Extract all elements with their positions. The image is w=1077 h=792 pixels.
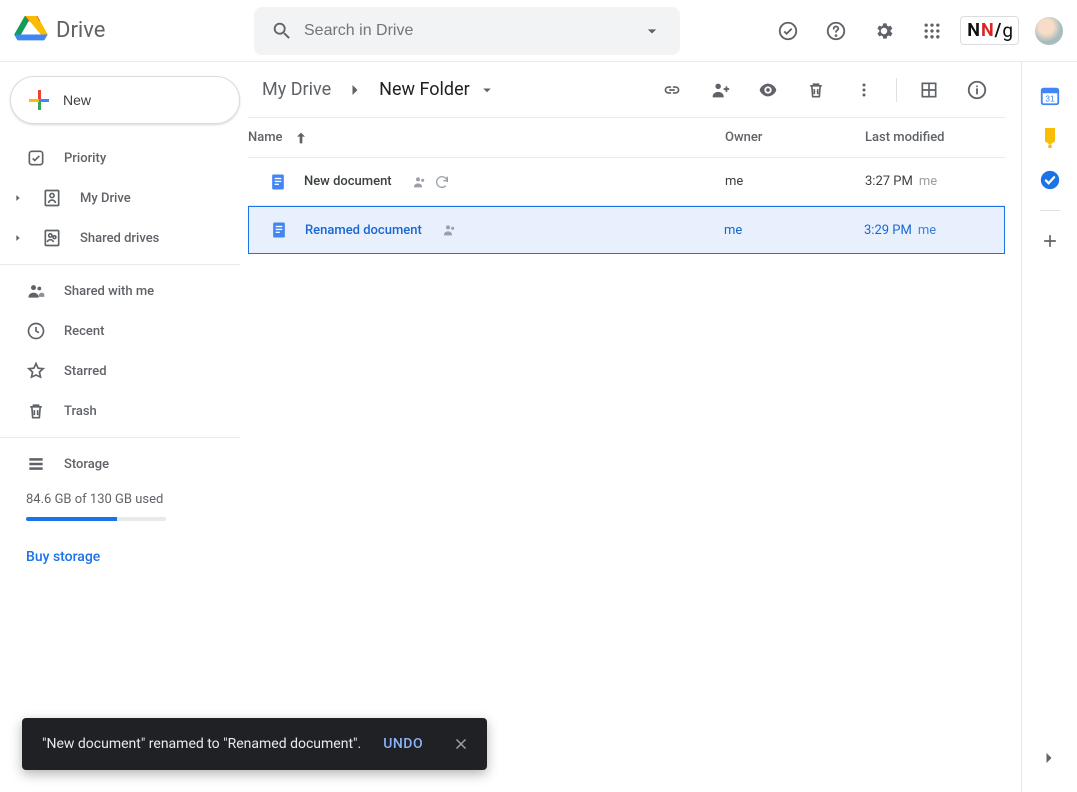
toolbar-actions [652, 70, 997, 110]
file-row[interactable]: New document me3:27 PMme [248, 158, 1005, 206]
chevron-right-icon [345, 80, 365, 100]
storage-icon [26, 454, 46, 474]
settings-gear-icon[interactable] [864, 11, 904, 51]
sidebar-item-label: Storage [64, 457, 109, 472]
plus-icon [27, 88, 51, 112]
expand-caret-icon[interactable] [12, 233, 24, 243]
search-bar[interactable] [254, 7, 680, 55]
sidebar-item-recent[interactable]: Recent [0, 311, 240, 351]
new-button-label: New [63, 92, 91, 108]
sidebar-item-shared-drives[interactable]: Shared drives [0, 218, 240, 258]
star-icon [26, 361, 46, 381]
nng-extension-badge[interactable]: NN/g [960, 16, 1019, 45]
storage-progress-bar [26, 517, 166, 521]
sidebar-item-starred[interactable]: Starred [0, 351, 240, 391]
sidebar: New Priority My Drive Shared drive [0, 62, 240, 792]
keep-addon-icon[interactable] [1030, 118, 1070, 158]
sidebar-item-label: Shared drives [80, 231, 159, 246]
calendar-addon-icon[interactable]: 31 [1030, 76, 1070, 116]
info-icon[interactable] [957, 70, 997, 110]
dropdown-caret-icon [478, 81, 496, 99]
breadcrumb-current-folder[interactable]: New Folder [371, 75, 504, 104]
buy-storage-link[interactable]: Buy storage [26, 549, 214, 565]
sidebar-item-shared-with-me[interactable]: Shared with me [0, 271, 240, 311]
column-header-owner[interactable]: Owner [725, 130, 865, 145]
sidebar-item-storage[interactable]: Storage [0, 444, 240, 484]
breadcrumb-current-label: New Folder [379, 79, 470, 100]
sidebar-item-label: Trash [64, 404, 97, 419]
docs-file-icon [269, 220, 289, 240]
sidebar-item-trash[interactable]: Trash [0, 391, 240, 431]
breadcrumbs: My Drive New Folder [254, 75, 504, 104]
storage-usage-text: 84.6 GB of 130 GB used [26, 492, 214, 507]
sort-arrow-up-icon [293, 130, 309, 146]
breadcrumb-my-drive[interactable]: My Drive [254, 75, 339, 104]
delete-icon[interactable] [796, 70, 836, 110]
logo[interactable]: Drive [14, 16, 254, 46]
shared-with-me-icon [26, 281, 46, 301]
offline-ready-icon[interactable] [768, 11, 808, 51]
help-icon[interactable] [816, 11, 856, 51]
search-input[interactable] [302, 21, 632, 41]
toast-close-icon[interactable] [445, 728, 477, 760]
header: Drive NN/g [0, 0, 1077, 62]
sidebar-item-label: Priority [64, 151, 106, 166]
column-header-label: Name [248, 130, 283, 145]
new-button[interactable]: New [10, 76, 240, 124]
toolbar: My Drive New Folder [248, 62, 1005, 118]
toast-message: "New document" renamed to "Renamed docum… [42, 736, 361, 752]
apps-grid-icon[interactable] [912, 11, 952, 51]
sidebar-item-priority[interactable]: Priority [0, 138, 240, 178]
shared-indicator-icon [412, 174, 428, 190]
trash-icon [26, 401, 46, 421]
share-icon[interactable] [700, 70, 740, 110]
table-header: Name Owner Last modified [248, 118, 1005, 158]
svg-text:31: 31 [1045, 95, 1055, 104]
view-grid-icon[interactable] [909, 70, 949, 110]
column-header-label: Owner [725, 130, 762, 145]
column-header-name[interactable]: Name [248, 130, 725, 146]
file-modified: 3:29 PMme [864, 223, 1004, 238]
side-panel: 31 [1021, 62, 1077, 792]
account-avatar[interactable] [1033, 15, 1065, 47]
column-header-label: Last modified [865, 130, 945, 145]
file-row[interactable]: Renamed document me3:29 PMme [248, 206, 1005, 254]
drive-logo-icon [14, 16, 48, 46]
search-icon[interactable] [262, 11, 302, 51]
toast-notification: "New document" renamed to "Renamed docum… [22, 718, 487, 770]
tasks-addon-icon[interactable] [1030, 160, 1070, 200]
get-addons-icon[interactable] [1030, 221, 1070, 261]
sidebar-item-label: My Drive [80, 191, 131, 206]
file-name: New document [304, 174, 392, 189]
sidebar-item-label: Starred [64, 364, 107, 379]
get-link-icon[interactable] [652, 70, 692, 110]
sidebar-item-label: Recent [64, 324, 104, 339]
file-modified: 3:27 PMme [865, 174, 1005, 189]
file-owner: me [725, 174, 865, 189]
column-header-modified[interactable]: Last modified [865, 130, 1005, 145]
sidebar-item-label: Shared with me [64, 284, 154, 299]
storage-block: 84.6 GB of 130 GB used Buy storage [0, 484, 240, 565]
header-actions: NN/g [768, 11, 1065, 51]
search-options-icon[interactable] [632, 11, 672, 51]
expand-caret-icon[interactable] [12, 193, 24, 203]
recent-icon [26, 321, 46, 341]
toast-undo-button[interactable]: UNDO [383, 736, 423, 752]
file-name: Renamed document [305, 223, 422, 238]
shared-drives-icon [42, 228, 62, 248]
docs-file-icon [268, 172, 288, 192]
syncing-icon [434, 174, 450, 190]
file-owner: me [724, 223, 864, 238]
more-actions-icon[interactable] [844, 70, 884, 110]
priority-icon [26, 148, 46, 168]
shared-indicator-icon [442, 222, 458, 238]
app-name: Drive [56, 18, 105, 43]
main: My Drive New Folder [240, 62, 1077, 792]
my-drive-icon [42, 188, 62, 208]
preview-eye-icon[interactable] [748, 70, 788, 110]
sidebar-item-my-drive[interactable]: My Drive [0, 178, 240, 218]
collapse-panel-icon[interactable] [1033, 742, 1065, 774]
